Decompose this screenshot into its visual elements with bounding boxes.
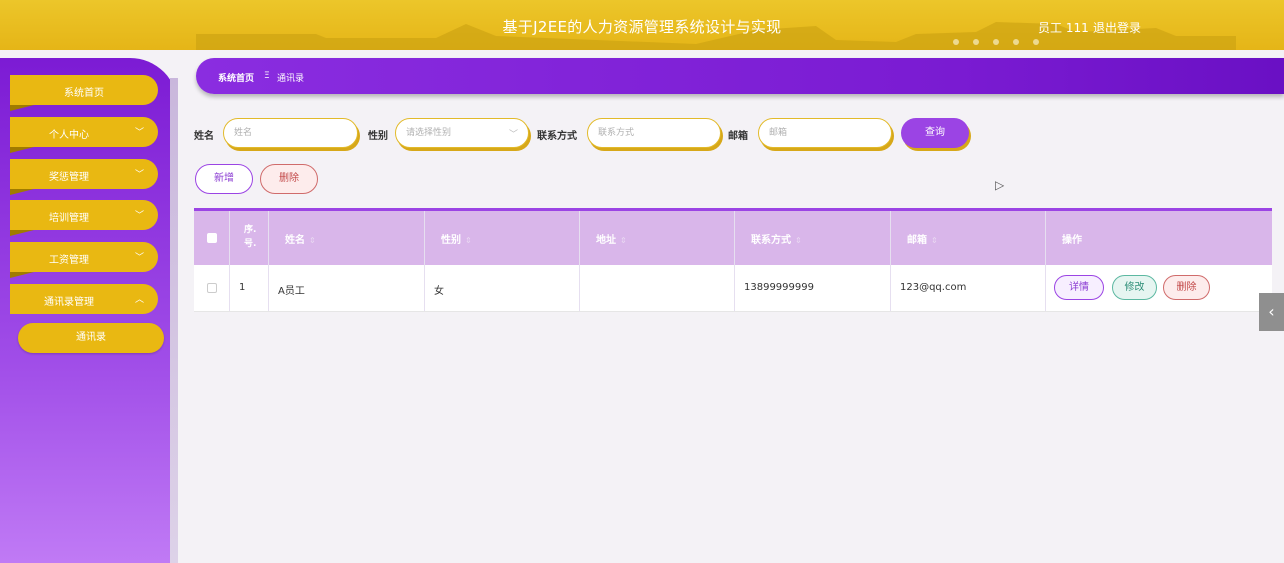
header-address[interactable]: 地址 ⇕ (580, 211, 735, 265)
header-contact-label: 联系方式 (751, 235, 791, 246)
mouse-pointer-icon: ▷ (995, 178, 1005, 192)
contact-label: 联系方式 (537, 131, 577, 142)
sidebar-item-training[interactable]: 培训管理 ﹀ (10, 200, 158, 236)
sidebar-item-label: 培训管理 (49, 213, 89, 224)
header-address-label: 地址 (596, 235, 616, 246)
breadcrumb-current: 通讯录 (277, 74, 305, 84)
cell-gender: 女 (434, 286, 444, 297)
sidebar-item-label: 奖惩管理 (49, 172, 89, 183)
contact-input[interactable] (587, 118, 721, 148)
row-checkbox[interactable] (207, 283, 217, 293)
name-label: 姓名 (194, 131, 214, 142)
sidebar-item-personal-center[interactable]: 个人中心 ﹀ (10, 117, 158, 153)
header-name-label: 姓名 (285, 235, 305, 246)
sort-icon[interactable]: ⇕ (465, 236, 472, 245)
select-all-checkbox[interactable] (207, 233, 217, 243)
sidebar-item-label: 系统首页 (64, 88, 104, 99)
email-label: 邮箱 (728, 131, 748, 142)
header-seq-line1: 序. (244, 225, 257, 235)
add-button[interactable]: 新增 (195, 164, 253, 194)
cell-email: 123@qq.com (900, 282, 967, 293)
header-seq: 序. 号. (230, 211, 269, 265)
sidebar-item-label: 工资管理 (49, 255, 89, 266)
header-actions: 操作 (1046, 211, 1272, 265)
sort-icon[interactable]: ⇕ (931, 236, 938, 245)
header-name[interactable]: 姓名 ⇕ (269, 211, 425, 265)
header-actions-label: 操作 (1062, 235, 1082, 246)
sidebar-item-salary[interactable]: 工资管理 ﹀ (10, 242, 158, 278)
header-email-label: 邮箱 (907, 235, 927, 246)
chevron-down-icon: ﹀ (134, 253, 144, 263)
batch-delete-button[interactable]: 删除 (260, 164, 318, 194)
header-seq-line2: 号. (244, 239, 257, 249)
detail-button[interactable]: 详情 (1054, 275, 1104, 300)
sort-icon[interactable]: ⇕ (620, 236, 627, 245)
page-title: 基于J2EE的人力资源管理系统设计与实现 (502, 18, 782, 36)
sort-icon[interactable]: ⇕ (795, 236, 802, 245)
sidebar-item-home[interactable]: 系统首页 (10, 75, 158, 111)
table-row: 1 A员工 女 13899999999 123@qq.com 详情 修改 删除 (194, 265, 1272, 312)
sidebar-item-label: 通讯录管理 (44, 297, 94, 308)
query-button[interactable]: 查询 (901, 118, 969, 148)
chevron-left-icon: ‹ (1268, 302, 1275, 321)
cell-contact: 13899999999 (744, 282, 814, 293)
top-header: 基于J2EE的人力资源管理系统设计与实现 员工 111 退出登录 (0, 0, 1284, 50)
cell-seq: 1 (239, 282, 246, 293)
breadcrumb-separator: Ξ (264, 71, 270, 81)
cell-name: A员工 (278, 286, 305, 297)
header-gender[interactable]: 性别 ⇕ (425, 211, 580, 265)
breadcrumb-home[interactable]: 系统首页 (218, 71, 254, 84)
chevron-down-icon: ﹀ (134, 211, 144, 221)
email-input[interactable] (758, 118, 892, 148)
sidebar-item-rewards[interactable]: 奖惩管理 ﹀ (10, 159, 158, 195)
edit-button[interactable]: 修改 (1112, 275, 1157, 300)
sidebar-item-label: 个人中心 (49, 130, 89, 141)
gender-label: 性别 (368, 131, 388, 142)
chevron-down-icon: ﹀ (134, 170, 144, 180)
sidebar-subitem-contacts[interactable]: 通讯录 (18, 323, 164, 353)
contacts-table: 序. 号. 姓名 ⇕ 性别 ⇕ 地址 ⇕ 联系方式 ⇕ 邮箱 ⇕ 操作 1 A员… (194, 208, 1272, 312)
header-contact[interactable]: 联系方式 ⇕ (735, 211, 891, 265)
sidebar-frame (170, 78, 178, 563)
row-delete-button[interactable]: 删除 (1163, 275, 1210, 300)
collapse-panel-button[interactable]: ‹ (1259, 293, 1284, 331)
table-header-row: 序. 号. 姓名 ⇕ 性别 ⇕ 地址 ⇕ 联系方式 ⇕ 邮箱 ⇕ 操作 (194, 211, 1272, 265)
sidebar-item-contacts[interactable]: 通讯录管理 ︿ (10, 284, 158, 314)
chevron-down-icon: ﹀ (509, 130, 519, 140)
name-input[interactable] (223, 118, 358, 148)
select-all-cell (194, 211, 230, 265)
chevron-down-icon: ﹀ (134, 128, 144, 138)
chevron-up-icon: ︿ (134, 295, 144, 305)
header-gender-label: 性别 (441, 235, 461, 246)
breadcrumb: 系统首页 Ξ 通讯录 (196, 58, 1284, 94)
current-user: 员工 111 (1038, 21, 1089, 35)
logout-link[interactable]: 退出登录 (1093, 19, 1141, 36)
header-email[interactable]: 邮箱 ⇕ (891, 211, 1046, 265)
sort-icon[interactable]: ⇕ (309, 236, 316, 245)
